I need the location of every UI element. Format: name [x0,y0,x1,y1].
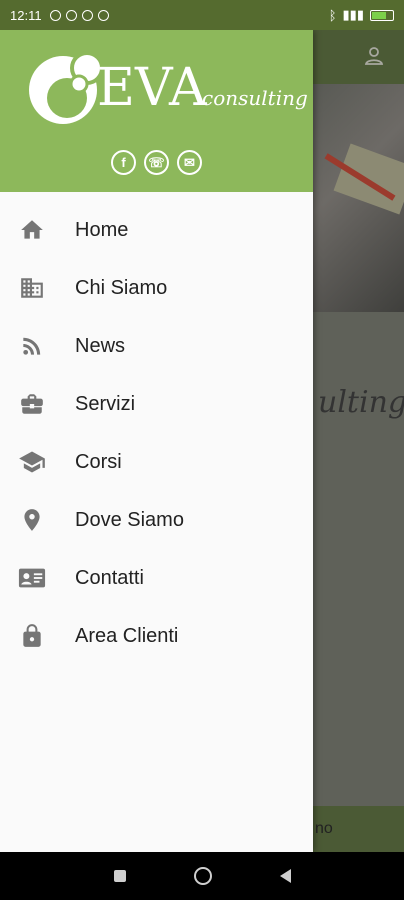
home-icon [18,216,46,244]
drawer-menu: Home Chi Siamo News Servizi Corsi Dove S… [0,201,313,665]
status-bar: 12:11 ᛒ ▮▮▮ [0,0,404,30]
menu-item-contatti[interactable]: Contatti [0,549,313,607]
recents-button[interactable] [113,870,126,882]
phone-icon[interactable]: ☏ [144,150,169,175]
menu-item-label: Chi Siamo [75,276,168,299]
notification-icons [49,9,109,21]
menu-item-label: Servizi [75,392,136,415]
background-footer-text: no [315,820,333,837]
menu-item-label: Area Clienti [75,624,179,647]
menu-item-area-clienti[interactable]: Area Clienti [0,607,313,665]
alarm-icon [65,9,77,21]
menu-item-label: Contatti [75,566,144,589]
location-pin-icon [18,506,46,534]
lock-icon [18,622,46,650]
facebook-icon[interactable]: f [111,150,136,175]
menu-item-label: Corsi [75,450,122,473]
rss-icon [18,332,46,360]
building-icon [18,274,46,302]
graduation-cap-icon [18,448,46,476]
status-right-icons: ᛒ ▮▮▮ [329,7,394,23]
menu-item-home[interactable]: Home [0,201,313,259]
user-icon[interactable] [362,44,386,68]
status-time: 12:11 [10,7,42,23]
dnd-icon [81,9,93,21]
menu-item-label: News [75,334,126,357]
mail-icon[interactable]: ✉ [177,150,202,175]
menu-item-dove-siamo[interactable]: Dove Siamo [0,491,313,549]
logo-emblem-icon [29,51,104,124]
eva-consulting-logo: EVA consulting [27,46,308,126]
logo-sub-text: consulting [202,86,308,110]
bluetooth-icon: ᛒ [328,7,337,23]
back-button[interactable] [279,869,291,883]
navigation-drawer: EVA consulting f ☏ ✉ Home Chi Siamo News [0,30,313,852]
background-script-text: ulting [318,385,404,420]
menu-item-news[interactable]: News [0,317,313,375]
menu-item-servizi[interactable]: Servizi [0,375,313,433]
system-navigation-bar [0,852,404,900]
facebook-notification-icon [97,9,109,21]
notification-icon [49,9,61,21]
signal-icon: ▮▮▮ [342,7,364,22]
logo-main-text: EVA [97,58,207,118]
menu-item-chi-siamo[interactable]: Chi Siamo [0,259,313,317]
briefcase-icon [18,390,46,418]
contact-card-icon [18,564,46,592]
menu-item-corsi[interactable]: Corsi [0,433,313,491]
drawer-header: EVA consulting f ☏ ✉ [0,30,313,192]
home-button[interactable] [193,867,212,885]
battery-icon [370,9,394,21]
menu-item-label: Dove Siamo [75,508,184,531]
menu-item-label: Home [75,218,129,241]
social-links: f ☏ ✉ [111,150,202,175]
